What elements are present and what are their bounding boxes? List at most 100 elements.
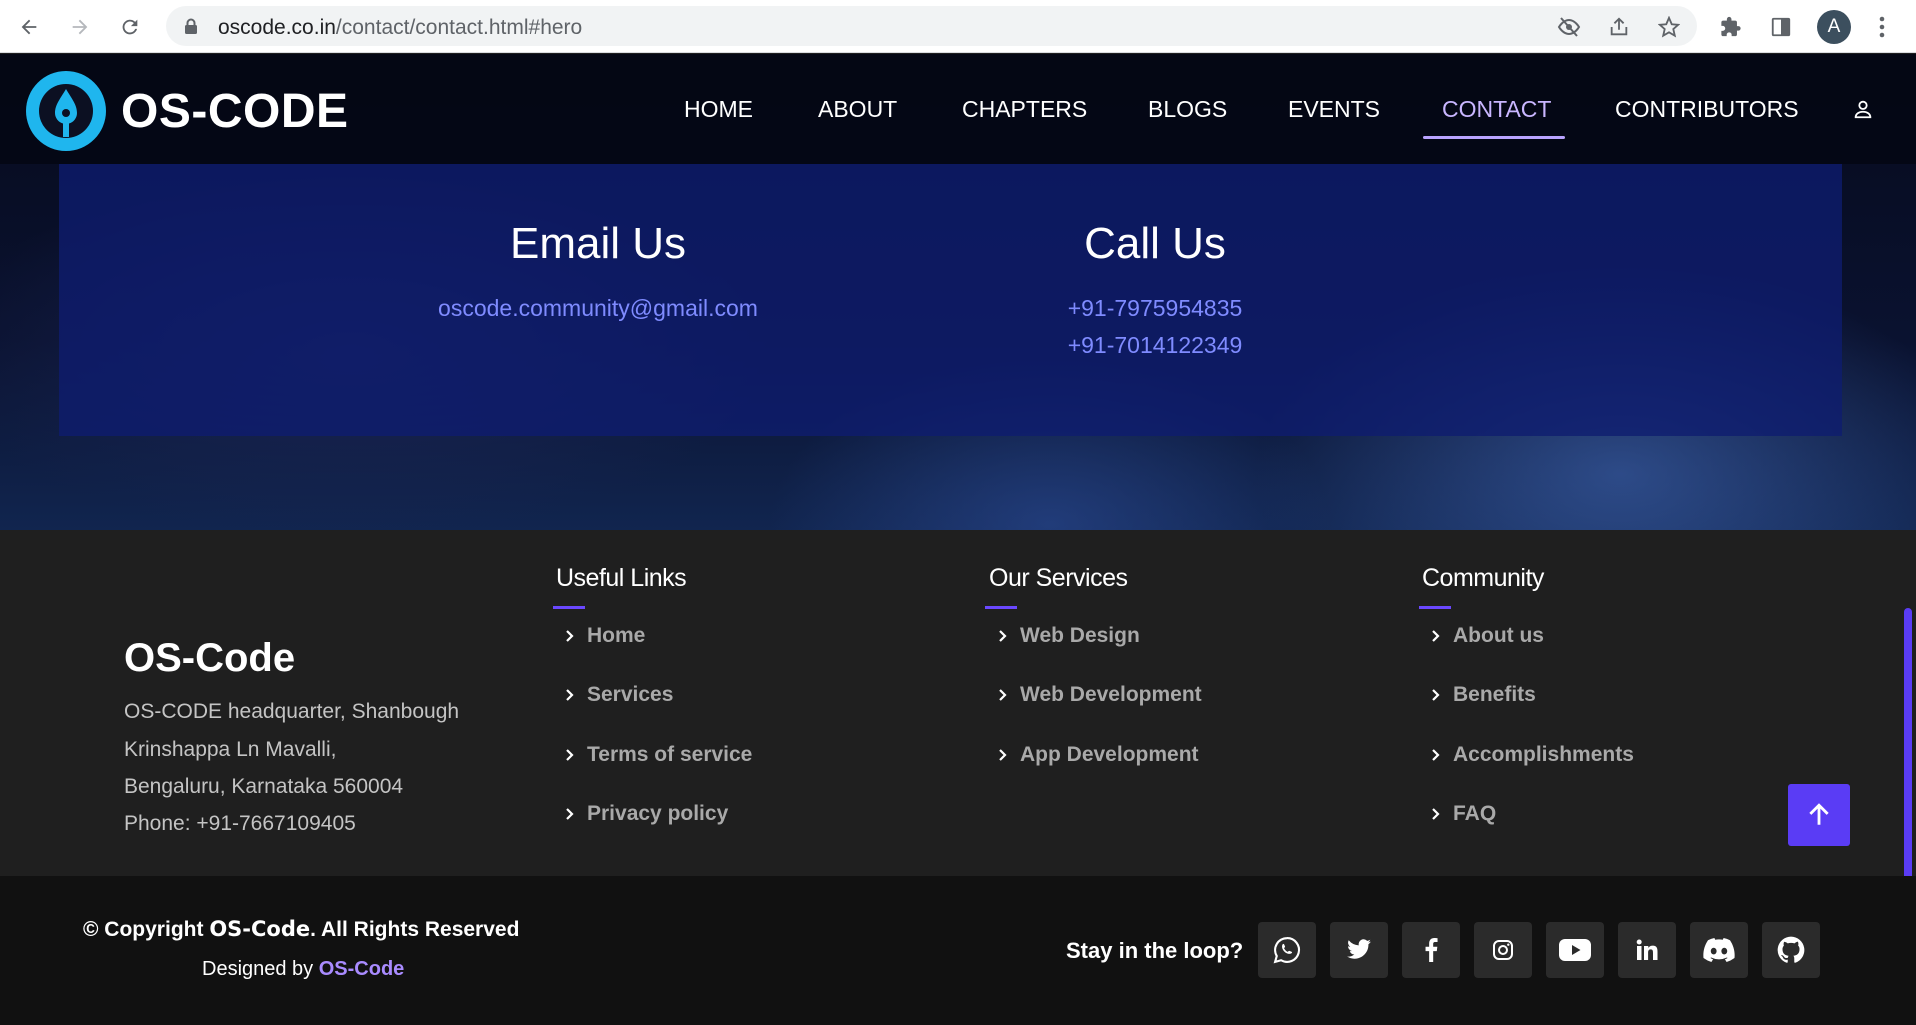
footer-link-label: FAQ [1453, 802, 1497, 825]
share-icon[interactable] [1606, 14, 1632, 40]
call-heading: Call Us [1084, 219, 1226, 268]
reload-button[interactable] [113, 10, 147, 44]
footer-link-faq[interactable]: FAQ [1431, 802, 1496, 826]
email-link[interactable]: oscode.community@gmail.com [423, 295, 773, 322]
copyright-text: © Copyright OS-Code. All Rights Reserved [83, 917, 519, 942]
nav-about[interactable]: ABOUT [818, 96, 897, 123]
footer-link-terms[interactable]: Terms of service [565, 743, 752, 767]
footer-link-label: Home [587, 624, 646, 647]
bookmark-star-icon[interactable] [1656, 14, 1682, 40]
footer-link-label: Web Design [1020, 624, 1140, 647]
copyright-brand: OS-Code [209, 917, 311, 941]
chevron-right-icon [565, 629, 577, 643]
url-host: oscode.co.in [218, 16, 336, 39]
discord-icon[interactable] [1690, 922, 1748, 978]
footer-link-services[interactable]: Services [565, 683, 673, 707]
call-section: Call Us +91-7975954835 +91-7014122349 [1025, 219, 1285, 359]
back-to-top-button[interactable] [1788, 784, 1850, 846]
stay-in-loop-label: Stay in the loop? [1066, 938, 1244, 963]
footer-link-label: Privacy policy [587, 802, 729, 825]
email-heading: Email Us [509, 219, 687, 268]
nav-chapters[interactable]: CHAPTERS [962, 96, 1087, 123]
footer-link-label: Benefits [1453, 683, 1536, 706]
chevron-right-icon [1431, 807, 1443, 821]
designer-link[interactable]: OS-Code [319, 958, 405, 980]
nav-home[interactable]: HOME [684, 96, 753, 123]
footer-link-app-development[interactable]: App Development [998, 743, 1199, 767]
url-path: /contact/contact.html#hero [335, 16, 583, 39]
chevron-right-icon [998, 688, 1010, 702]
back-arrow-icon [21, 19, 37, 35]
community-title: Community [1422, 564, 1544, 592]
phone-link-1[interactable]: +91-7975954835 [1025, 295, 1285, 322]
chevron-right-icon [565, 688, 577, 702]
github-icon[interactable] [1762, 922, 1820, 978]
extensions-puzzle-icon[interactable] [1716, 12, 1746, 42]
footer-link-about-us[interactable]: About us [1431, 624, 1544, 648]
footer-link-label: Terms of service [587, 743, 753, 766]
kebab-menu-icon[interactable] [1867, 12, 1897, 42]
facebook-icon[interactable] [1402, 922, 1460, 978]
our-services-underline [985, 606, 1017, 609]
footer-link-label: About us [1453, 624, 1544, 647]
chevron-right-icon [565, 748, 577, 762]
profile-initial: A [1827, 16, 1841, 37]
contact-info-panel: Email Us oscode.community@gmail.com Call… [59, 164, 1842, 436]
chevron-right-icon [998, 748, 1010, 762]
footer-link-privacy[interactable]: Privacy policy [565, 802, 728, 826]
useful-links-title: Useful Links [556, 564, 687, 592]
address-line-3: Bengaluru, Karnataka 560004 [124, 775, 404, 798]
designed-prefix: Designed by [202, 958, 319, 980]
youtube-icon[interactable] [1546, 922, 1604, 978]
address-line-2: Krinshappa Ln Mavalli, [124, 738, 337, 761]
instagram-icon[interactable] [1474, 922, 1532, 978]
footer-brand: OS-Code [124, 636, 296, 680]
site-logo-text[interactable]: OS-CODE [121, 84, 349, 139]
footer-link-home[interactable]: Home [565, 624, 645, 648]
whatsapp-icon[interactable] [1258, 922, 1316, 978]
chevron-right-icon [1431, 629, 1443, 643]
footer-link-label: Accomplishments [1453, 743, 1634, 766]
eye-slash-icon[interactable] [1556, 14, 1582, 40]
address-bar[interactable]: oscode.co.in/contact/contact.html#hero [166, 6, 1697, 46]
footer-main: OS-Code OS-CODE headquarter, Shanbough K… [0, 530, 1916, 876]
phone-link-2[interactable]: +91-7014122349 [1025, 332, 1285, 359]
nav-active-underline [1423, 136, 1565, 139]
footer-link-accomplishments[interactable]: Accomplishments [1431, 743, 1634, 767]
footer-link-web-design[interactable]: Web Design [998, 624, 1140, 648]
profile-avatar[interactable]: A [1817, 10, 1851, 44]
linkedin-icon[interactable] [1618, 922, 1676, 978]
footer-link-label: Services [587, 683, 674, 706]
side-panel-icon[interactable] [1766, 12, 1796, 42]
footer-link-benefits[interactable]: Benefits [1431, 683, 1536, 707]
footer-link-label: App Development [1020, 743, 1199, 766]
nav-contact[interactable]: CONTACT [1442, 96, 1551, 123]
copyright-prefix: © Copyright [83, 918, 210, 941]
os-code-logo-icon[interactable] [26, 71, 106, 151]
community-underline [1419, 606, 1451, 609]
nav-contributors[interactable]: CONTRIBUTORS [1615, 96, 1799, 123]
copyright-suffix: . All Rights Reserved [310, 918, 520, 941]
nav-blogs[interactable]: BLOGS [1148, 96, 1227, 123]
twitter-icon[interactable] [1330, 922, 1388, 978]
back-button[interactable] [12, 10, 46, 44]
address-line-1: OS-CODE headquarter, Shanbough [124, 700, 460, 723]
nav-events[interactable]: EVENTS [1288, 96, 1380, 123]
forward-button[interactable] [63, 10, 97, 44]
footer-link-web-development[interactable]: Web Development [998, 683, 1202, 707]
chevron-right-icon [1431, 688, 1443, 702]
user-account-icon[interactable] [1852, 98, 1874, 120]
forward-arrow-icon [72, 19, 88, 35]
url-text: oscode.co.in/contact/contact.html#hero [218, 16, 582, 40]
reload-icon [122, 19, 138, 35]
footer-bottom: © Copyright OS-Code. All Rights Reserved… [0, 876, 1916, 1025]
chevron-right-icon [998, 629, 1010, 643]
lock-icon [184, 18, 198, 39]
footer-link-label: Web Development [1020, 683, 1202, 706]
chevron-right-icon [1431, 748, 1443, 762]
hero-section: OS-CODE HOME ABOUT CHAPTERS BLOGS EVENTS… [0, 54, 1916, 530]
chevron-right-icon [565, 807, 577, 821]
useful-links-underline [553, 606, 585, 609]
our-services-title: Our Services [989, 564, 1128, 592]
site-header: OS-CODE HOME ABOUT CHAPTERS BLOGS EVENTS… [0, 54, 1916, 164]
